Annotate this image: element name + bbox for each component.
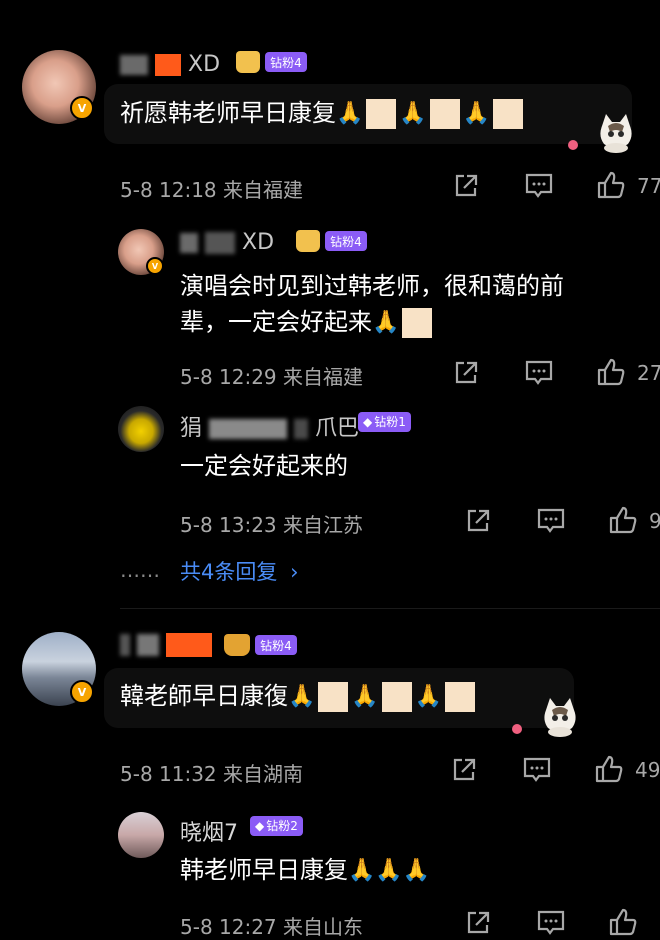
- comment-text: 祈愿韩老师早日康复🙏 🙏 🙏: [120, 95, 526, 132]
- comment-icon[interactable]: [536, 909, 566, 937]
- thumbs-up-icon[interactable]: [596, 357, 626, 387]
- comment-text: 韓老師早日康復🙏 🙏 🙏: [120, 678, 478, 715]
- username[interactable]: XD: [120, 52, 220, 77]
- pray-emoji: 🙏: [462, 101, 491, 126]
- pray-emoji: 🙏: [372, 310, 400, 335]
- verified-v-icon: V: [70, 96, 94, 120]
- username[interactable]: [120, 632, 212, 657]
- username[interactable]: 狷 爪巴: [180, 410, 359, 442]
- thumbs-up-icon[interactable]: [596, 170, 626, 200]
- crown-icon: [296, 230, 320, 252]
- cat-sticker-icon: [540, 696, 580, 738]
- pray-emoji: 🙏: [288, 684, 316, 709]
- comment-icon[interactable]: [524, 172, 554, 200]
- crown-icon: [224, 634, 250, 656]
- pray-emoji: 🙏🙏🙏: [348, 858, 431, 883]
- cat-sticker-icon: [596, 112, 636, 154]
- crown-icon: [236, 51, 260, 73]
- thumbs-up-icon[interactable]: [608, 907, 638, 937]
- comment-meta: 5-8 12:18 来自福建: [120, 178, 304, 202]
- verified-v-icon: V: [70, 680, 94, 704]
- comment-meta: 5-8 13:23 来自江苏: [180, 513, 364, 537]
- fan-badge[interactable]: 钻粉4: [296, 230, 367, 252]
- like-count: 27: [637, 361, 660, 385]
- share-icon[interactable]: [452, 172, 480, 200]
- more-replies-link[interactable]: 共4条回复 ›: [180, 556, 298, 586]
- comment-icon[interactable]: [536, 507, 566, 535]
- emoji-placeholder: [381, 682, 412, 712]
- like-count: 9: [649, 509, 660, 533]
- share-icon[interactable]: [450, 756, 478, 784]
- share-icon[interactable]: [452, 359, 480, 387]
- fan-badge[interactable]: ◆ 钻粉2: [250, 815, 303, 836]
- comment-icon[interactable]: [522, 756, 552, 784]
- share-icon[interactable]: [464, 909, 492, 937]
- chevron-right-icon: ›: [290, 560, 299, 584]
- avatar[interactable]: [118, 812, 164, 858]
- emoji-placeholder: [429, 99, 460, 129]
- thumbs-up-icon[interactable]: [594, 754, 624, 784]
- verified-v-icon: V: [146, 257, 164, 275]
- reply-text: 一定会好起来的: [180, 452, 348, 480]
- emoji-placeholder: [493, 99, 524, 129]
- like-count: 49: [635, 758, 660, 782]
- comment-meta: 5-8 12:27 来自山东: [180, 915, 364, 939]
- fan-badge[interactable]: 钻粉4: [236, 51, 307, 73]
- ellipsis: ……: [120, 558, 160, 582]
- like-count: 77: [637, 174, 660, 198]
- avatar[interactable]: [118, 406, 164, 452]
- fan-badge[interactable]: 钻粉4: [224, 634, 297, 656]
- pray-emoji: 🙏: [414, 684, 443, 709]
- pray-emoji: 🙏: [336, 101, 364, 126]
- thumbs-up-icon[interactable]: [608, 505, 638, 535]
- username[interactable]: 晓烟7: [180, 815, 238, 847]
- diamond-icon: ◆: [255, 818, 265, 833]
- reply-text: 韩老师早日康复🙏🙏🙏: [180, 852, 430, 889]
- diamond-icon: ◆: [363, 414, 373, 429]
- share-icon[interactable]: [464, 507, 492, 535]
- emoji-placeholder: [318, 682, 349, 712]
- reply-text: 演唱会时见到过韩老师，很和蔼的前 辈，一定会好起来🙏: [180, 268, 564, 341]
- divider: [120, 608, 660, 609]
- pray-emoji: 🙏: [351, 684, 379, 709]
- heart-icon: [512, 724, 522, 734]
- username[interactable]: XD: [180, 230, 274, 255]
- comment-icon[interactable]: [524, 359, 554, 387]
- fan-badge[interactable]: ◆ 钻粉1: [358, 411, 411, 432]
- pray-emoji: 🙏: [399, 101, 427, 126]
- emoji-placeholder: [366, 99, 397, 129]
- emoji-placeholder: [402, 308, 433, 338]
- emoji-placeholder: [445, 682, 476, 712]
- heart-icon: [568, 140, 578, 150]
- comment-meta: 5-8 12:29 来自福建: [180, 365, 364, 389]
- comment-meta: 5-8 11:32 来自湖南: [120, 762, 304, 786]
